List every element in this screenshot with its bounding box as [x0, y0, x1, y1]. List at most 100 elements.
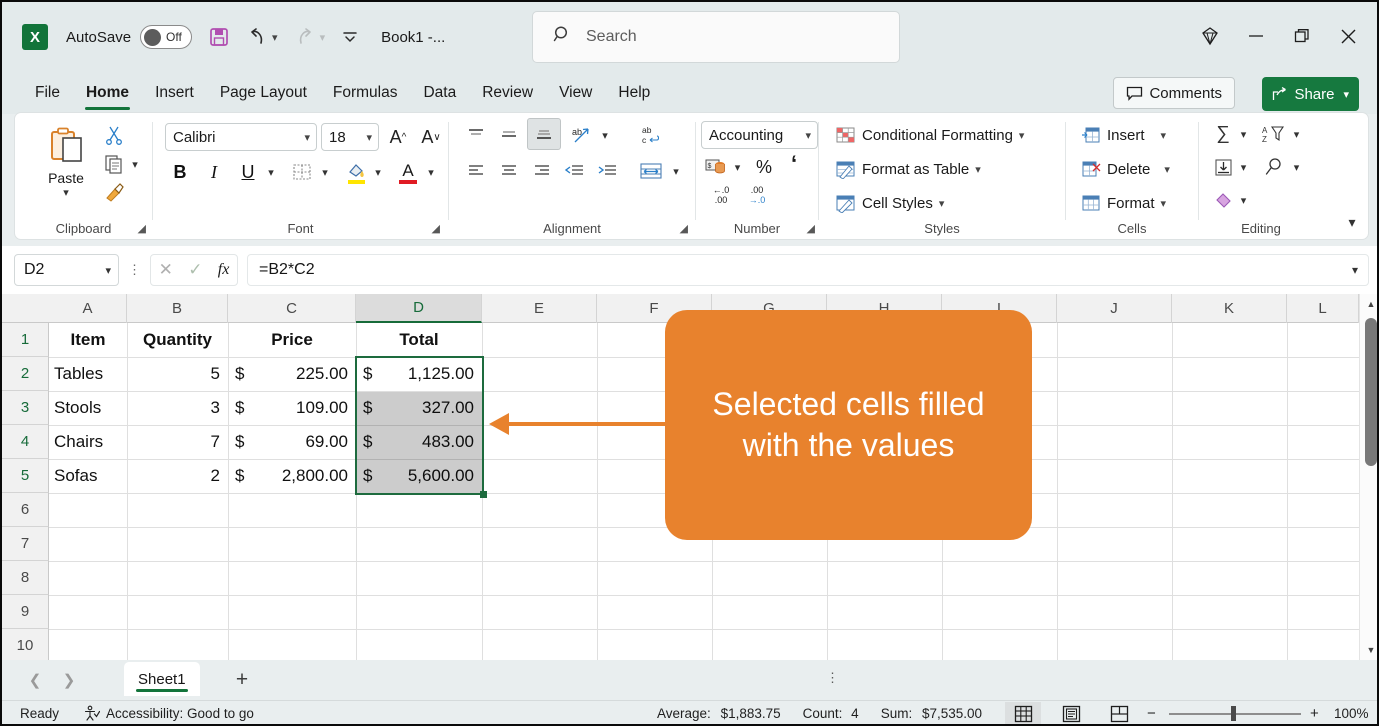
- cell-B4[interactable]: 7: [127, 425, 228, 459]
- accounting-number-format-icon[interactable]: $: [702, 154, 730, 180]
- insert-cells-button[interactable]: Insert ▾: [1078, 122, 1169, 148]
- font-name-combo[interactable]: Calibri ▾: [165, 123, 317, 151]
- cell-A4[interactable]: Chairs: [49, 425, 127, 459]
- column-header-A[interactable]: A: [49, 294, 127, 323]
- number-format-dropdown-icon[interactable]: ▾: [805, 129, 811, 142]
- italic-button[interactable]: I: [199, 158, 229, 186]
- paste-button[interactable]: Paste ▾: [35, 121, 97, 205]
- row-header-3[interactable]: 3: [2, 391, 49, 425]
- font-name-dropdown-icon[interactable]: ▾: [304, 131, 310, 144]
- customize-quick-access-icon[interactable]: [341, 21, 359, 53]
- undo-icon[interactable]: ▾: [246, 21, 278, 53]
- align-center-icon[interactable]: [494, 157, 524, 185]
- merge-dropdown-icon[interactable]: ▾: [668, 157, 684, 185]
- tab-data[interactable]: Data: [410, 73, 469, 113]
- find-and-select-icon[interactable]: [1259, 154, 1289, 180]
- enter-icon[interactable]: ✓: [188, 260, 202, 280]
- previous-sheet-icon[interactable]: ❮: [22, 668, 48, 692]
- restore-icon[interactable]: [1279, 14, 1325, 58]
- format-cells-button[interactable]: Format ▾: [1078, 190, 1169, 216]
- sheet-options-icon[interactable]: ⋮: [826, 670, 839, 686]
- cell-C5[interactable]: $ 2,800.00: [228, 459, 356, 493]
- status-average[interactable]: Average: $1,883.75: [657, 706, 781, 721]
- column-header-L[interactable]: L: [1287, 294, 1359, 323]
- vertical-scroll-thumb[interactable]: [1365, 318, 1377, 466]
- delete-cells-button[interactable]: Delete ▾: [1078, 156, 1173, 182]
- orientation-icon[interactable]: ab: [567, 121, 597, 149]
- scroll-up-icon[interactable]: ▲: [1360, 294, 1377, 314]
- underline-button[interactable]: U: [233, 158, 263, 186]
- accessibility-status[interactable]: Accessibility: Good to go: [83, 705, 254, 722]
- cell-C3[interactable]: $ 109.00: [228, 391, 356, 425]
- underline-dropdown-icon[interactable]: ▾: [263, 158, 279, 186]
- decrease-font-size-icon[interactable]: A ∨: [416, 123, 446, 151]
- alignment-dialog-launcher-icon[interactable]: ◢: [680, 222, 688, 235]
- row-header-8[interactable]: 8: [2, 561, 49, 595]
- paste-dropdown-icon[interactable]: ▾: [63, 186, 69, 199]
- align-left-icon[interactable]: [461, 157, 491, 185]
- tab-view[interactable]: View: [546, 73, 605, 113]
- delete-cells-dropdown-icon[interactable]: ▾: [1164, 163, 1170, 176]
- fill-color-icon[interactable]: [341, 158, 371, 188]
- cell-D1[interactable]: Total: [356, 323, 482, 357]
- cell-B1[interactable]: Quantity: [127, 323, 228, 357]
- column-header-E[interactable]: E: [482, 294, 597, 323]
- page-layout-view-icon[interactable]: [1053, 702, 1089, 725]
- number-format-combo[interactable]: Accounting ▾: [701, 121, 818, 149]
- tab-page-layout[interactable]: Page Layout: [207, 73, 320, 113]
- decrease-indent-icon[interactable]: [560, 157, 590, 185]
- copy-dropdown-icon[interactable]: ▾: [128, 151, 142, 177]
- row-header-10[interactable]: 10: [2, 629, 49, 660]
- tab-formulas[interactable]: Formulas: [320, 73, 411, 113]
- insert-cells-dropdown-icon[interactable]: ▾: [1161, 129, 1167, 142]
- tab-review[interactable]: Review: [469, 73, 546, 113]
- accounting-format-dropdown-icon[interactable]: ▾: [730, 154, 745, 180]
- clipboard-dialog-launcher-icon[interactable]: ◢: [138, 222, 146, 235]
- increase-decimal-icon[interactable]: ←.0.00: [704, 183, 738, 207]
- cell-C4[interactable]: $ 69.00: [228, 425, 356, 459]
- font-color-dropdown-icon[interactable]: ▾: [423, 158, 439, 186]
- autosum-dropdown-icon[interactable]: ▾: [1236, 121, 1251, 147]
- zoom-slider[interactable]: − +: [1147, 702, 1322, 725]
- cell-styles-dropdown-icon[interactable]: ▾: [939, 197, 945, 210]
- font-size-combo[interactable]: 18 ▾: [321, 123, 379, 151]
- row-header-4[interactable]: 4: [2, 425, 49, 459]
- zoom-in-button[interactable]: +: [1310, 705, 1319, 722]
- clear-icon[interactable]: [1209, 187, 1237, 213]
- orientation-dropdown-icon[interactable]: ▾: [597, 121, 613, 149]
- cell-A5[interactable]: Sofas: [49, 459, 127, 493]
- format-as-table-button[interactable]: Format as Table ▾: [833, 156, 984, 182]
- increase-font-size-icon[interactable]: A ^: [383, 123, 413, 151]
- fill-icon[interactable]: [1209, 154, 1237, 180]
- row-header-1[interactable]: 1: [2, 323, 49, 357]
- cut-button[interactable]: [99, 122, 129, 148]
- column-header-B[interactable]: B: [127, 294, 228, 323]
- collapse-ribbon-icon[interactable]: ▾: [1340, 211, 1364, 233]
- cell-C2[interactable]: $ 225.00: [228, 357, 356, 391]
- name-box[interactable]: D2 ▾: [14, 254, 119, 286]
- column-header-C[interactable]: C: [228, 294, 356, 323]
- zoom-out-button[interactable]: −: [1147, 705, 1156, 722]
- status-sum[interactable]: Sum: $7,535.00: [881, 706, 982, 721]
- format-as-table-dropdown-icon[interactable]: ▾: [975, 163, 981, 176]
- row-header-6[interactable]: 6: [2, 493, 49, 527]
- share-dropdown-icon[interactable]: ▾: [1343, 88, 1349, 101]
- add-sheet-icon[interactable]: +: [230, 668, 254, 692]
- tab-file[interactable]: File: [22, 73, 73, 113]
- cell-A1[interactable]: Item: [49, 323, 127, 357]
- number-dialog-launcher-icon[interactable]: ◢: [807, 222, 815, 235]
- align-top-icon[interactable]: [461, 121, 491, 149]
- page-break-preview-icon[interactable]: [1101, 702, 1137, 725]
- merge-and-center-icon[interactable]: [634, 157, 668, 185]
- row-header-7[interactable]: 7: [2, 527, 49, 561]
- borders-icon[interactable]: [287, 158, 317, 186]
- conditional-formatting-dropdown-icon[interactable]: ▾: [1019, 129, 1025, 142]
- tab-help[interactable]: Help: [605, 73, 663, 113]
- autosum-icon[interactable]: ∑: [1209, 121, 1237, 147]
- search-input[interactable]: Search: [532, 11, 900, 63]
- comma-style-button[interactable]: ‘: [781, 151, 807, 177]
- clear-dropdown-icon[interactable]: ▾: [1236, 187, 1251, 213]
- sheet-tab-sheet1[interactable]: Sheet1: [124, 662, 200, 696]
- normal-view-icon[interactable]: [1005, 701, 1041, 724]
- save-icon[interactable]: [208, 21, 230, 53]
